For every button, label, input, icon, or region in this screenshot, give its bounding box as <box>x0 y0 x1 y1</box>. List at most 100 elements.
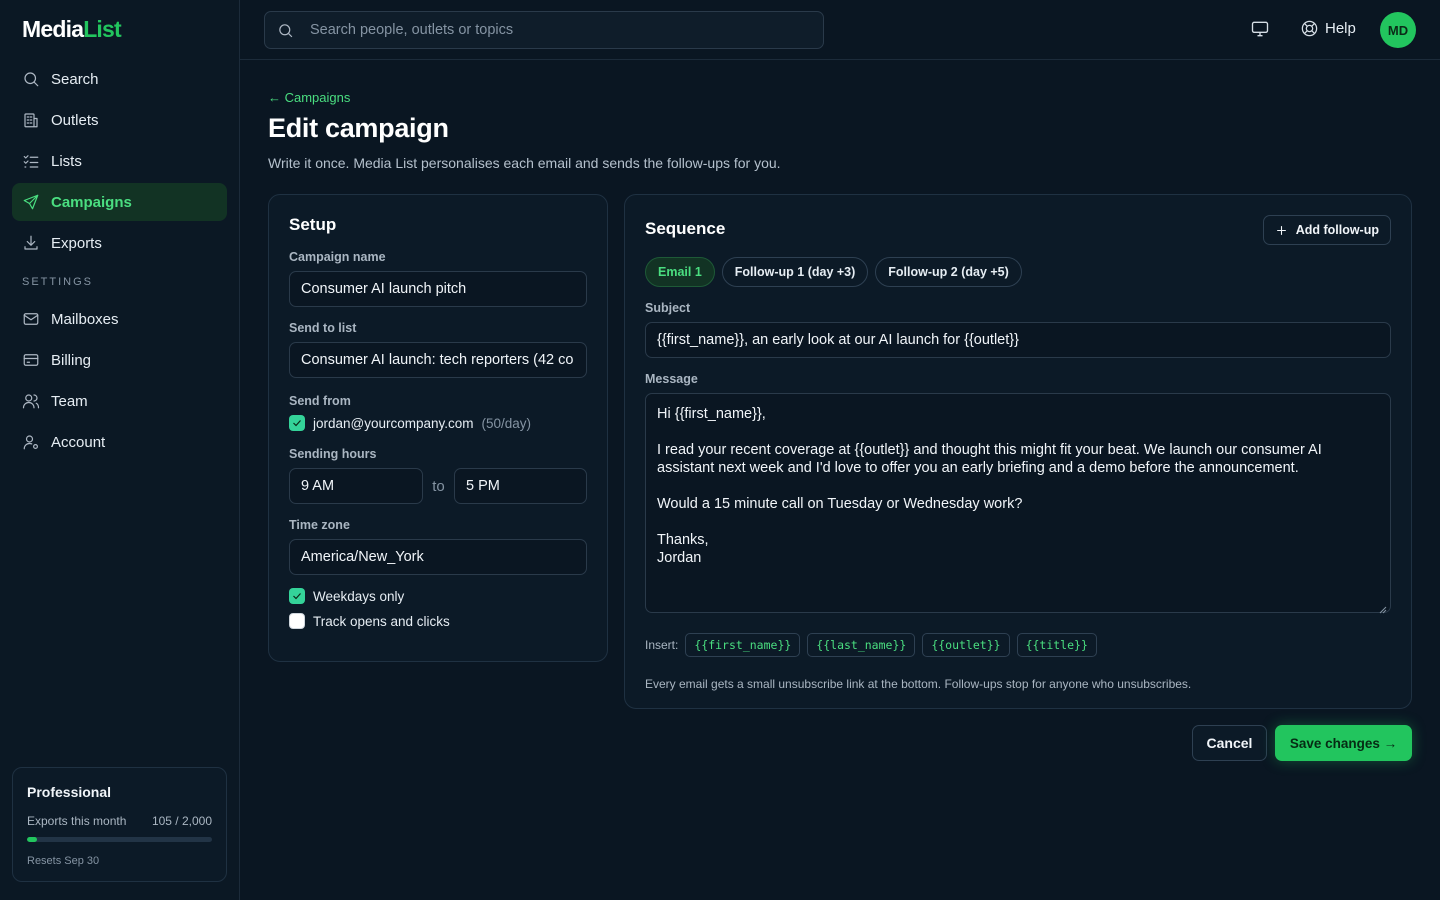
timezone-label: Time zone <box>289 518 350 532</box>
weekdays-only-label: Weekdays only <box>313 588 405 604</box>
message-line <box>657 513 1379 531</box>
send-icon <box>22 193 40 211</box>
tab-email-1[interactable]: Email 1 <box>645 257 715 287</box>
subject-label: Subject <box>645 301 691 315</box>
sequence-tabs: Email 1 Follow-up 1 (day +3) Follow-up 2… <box>645 257 1391 287</box>
message-line: Would a 15 minute call on Tuesday or Wed… <box>657 496 1023 512</box>
message-line: Thanks, <box>657 532 709 548</box>
hours-from-select[interactable]: 9 AM <box>289 468 423 504</box>
sidebar-item-account[interactable]: Account <box>12 423 227 461</box>
search-icon <box>22 70 40 88</box>
cancel-button[interactable]: Cancel <box>1192 725 1267 761</box>
send-from-option[interactable]: jordan@yourcompany.com (50/day) <box>289 415 587 431</box>
page-subtitle: Write it once. Media List personalises e… <box>268 155 781 171</box>
send-from-checkbox[interactable] <box>289 415 305 431</box>
sidebar-item-exports[interactable]: Exports <box>12 224 227 262</box>
topbar: Help MD <box>240 0 1440 60</box>
list-check-icon <box>22 152 40 170</box>
plan-usage-label: Exports this month <box>27 814 127 828</box>
sidebar-item-label: Billing <box>51 351 92 369</box>
plan-card: Professional Exports this month 105 / 2,… <box>12 767 227 882</box>
help-button[interactable]: Help <box>1300 19 1356 38</box>
sidebar-item-outlets[interactable]: Outlets <box>12 101 227 139</box>
sidebar-item-campaigns[interactable]: Campaigns <box>12 183 227 221</box>
resize-handle-icon[interactable] <box>1379 601 1387 614</box>
lifebuoy-icon <box>1301 20 1318 37</box>
track-opens-option[interactable]: Track opens and clicks <box>289 613 587 629</box>
team-icon <box>22 392 40 410</box>
search-input[interactable] <box>310 22 790 38</box>
sending-hours-label: Sending hours <box>289 447 377 461</box>
weekdays-only-option[interactable]: Weekdays only <box>289 588 587 604</box>
message-line <box>657 423 1379 441</box>
campaign-name-label: Campaign name <box>289 250 386 264</box>
insert-token-outlet[interactable]: {{outlet}} <box>922 633 1010 657</box>
weekdays-only-checkbox[interactable] <box>289 588 305 604</box>
send-to-label: Send to list <box>289 321 357 335</box>
sidebar-item-label: Team <box>51 392 88 410</box>
campaign-name-input[interactable]: Consumer AI launch pitch <box>289 271 587 307</box>
subject-input[interactable]: {{first_name}}, an early look at our AI … <box>645 322 1391 358</box>
check-icon <box>293 420 301 427</box>
check-icon <box>293 593 301 600</box>
sidebar-item-label: Lists <box>51 152 82 170</box>
message-line: Hi {{first_name}}, <box>657 406 766 422</box>
track-opens-label: Track opens and clicks <box>313 613 450 629</box>
sidebar-item-label: Mailboxes <box>51 310 119 328</box>
tab-follow-up-2[interactable]: Follow-up 2 (day +5) <box>875 257 1022 287</box>
plan-name: Professional <box>27 784 112 800</box>
send-to-select[interactable]: Consumer AI launch: tech reporters (42 c… <box>289 342 587 378</box>
save-changes-button[interactable]: Save changes → <box>1275 725 1412 761</box>
add-follow-up-button[interactable]: Add follow-up <box>1262 215 1391 245</box>
help-label: Help <box>1325 20 1356 37</box>
hours-to-word: to <box>432 477 445 495</box>
insert-token-last-name[interactable]: {{last_name}} <box>807 633 916 657</box>
page-title: Edit campaign <box>268 113 449 143</box>
send-from-limit: (50/day) <box>481 415 532 431</box>
global-search[interactable] <box>264 11 824 49</box>
app-logo[interactable]: MediaList <box>22 16 122 43</box>
sidebar-nav: Search Outlets Lists Campaigns Exports S… <box>12 60 227 464</box>
sidebar: MediaList Search Outlets Lists Campaigns… <box>0 0 240 900</box>
insert-label: Insert: <box>645 638 679 652</box>
sidebar-item-lists[interactable]: Lists <box>12 142 227 180</box>
sidebar-item-label: Exports <box>51 234 102 252</box>
insert-token-title[interactable]: {{title}} <box>1016 633 1097 657</box>
setup-title: Setup <box>289 215 337 234</box>
download-icon <box>22 234 40 252</box>
plan-reset-text: Resets Sep 30 <box>27 855 100 867</box>
sidebar-item-search[interactable]: Search <box>12 60 227 98</box>
unsubscribe-note: Every email gets a small unsubscribe lin… <box>645 677 1192 691</box>
plan-usage-bar <box>27 837 212 842</box>
insert-token-first-name[interactable]: {{first_name}} <box>685 633 801 657</box>
send-from-email: jordan@yourcompany.com <box>313 415 474 431</box>
sidebar-item-mailboxes[interactable]: Mailboxes <box>12 300 227 338</box>
plan-usage-row: Exports this month 105 / 2,000 <box>27 814 212 828</box>
sidebar-item-label: Search <box>51 70 99 88</box>
sending-hours-row: 9 AM to 5 PM <box>289 468 587 504</box>
timezone-select[interactable]: America/New_York <box>289 539 587 575</box>
message-line: Jordan <box>657 550 702 566</box>
mail-icon <box>22 310 40 328</box>
message-label: Message <box>645 372 698 386</box>
avatar[interactable]: MD <box>1380 12 1416 48</box>
sidebar-item-label: Outlets <box>51 111 99 129</box>
breadcrumb-back-campaigns[interactable]: ← Campaigns <box>268 90 350 105</box>
sequence-card: Sequence Add follow-up Email 1 Follow-up… <box>624 194 1412 709</box>
display-button[interactable] <box>1250 19 1272 41</box>
sidebar-item-label: Account <box>51 433 106 451</box>
message-line <box>657 477 1379 495</box>
tab-follow-up-1[interactable]: Follow-up 1 (day +3) <box>721 257 869 287</box>
user-gear-icon <box>22 433 40 451</box>
sidebar-item-billing[interactable]: Billing <box>12 341 227 379</box>
hours-to-select[interactable]: 5 PM <box>454 468 587 504</box>
settings-heading: SETTINGS <box>22 276 94 288</box>
message-textarea[interactable]: Hi {{first_name}}, I read your recent co… <box>645 393 1391 614</box>
send-from-label: Send from <box>289 394 351 408</box>
plan-usage-value: 105 / 2,000 <box>151 814 212 828</box>
track-opens-checkbox[interactable] <box>289 613 305 629</box>
message-line: I read your recent coverage at {{outlet}… <box>657 442 1322 458</box>
setup-card: Setup Campaign name Consumer AI launch p… <box>268 194 608 662</box>
sidebar-item-team[interactable]: Team <box>12 382 227 420</box>
search-icon <box>277 22 294 39</box>
